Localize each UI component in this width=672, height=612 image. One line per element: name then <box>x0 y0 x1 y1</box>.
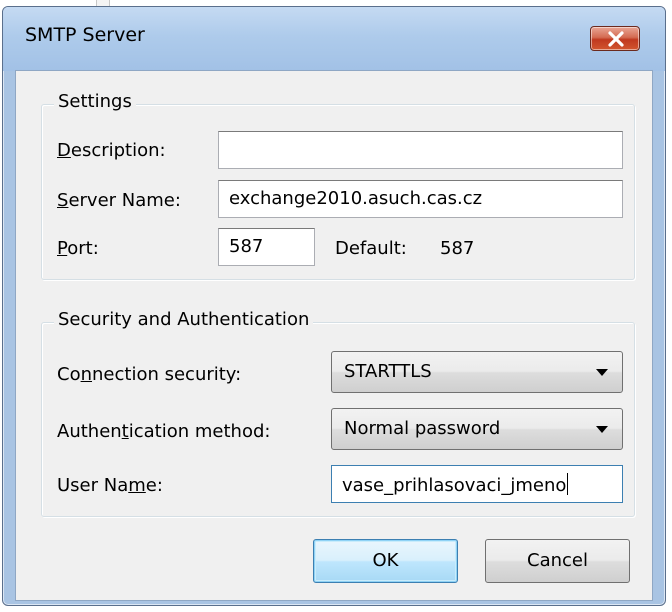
connection-security-label-pre: Co <box>57 364 81 385</box>
ok-button-label: OK <box>372 550 399 571</box>
security-legend: Security and Authentication <box>54 309 314 330</box>
port-default-label: Default: <box>335 238 407 259</box>
auth-method-label-text: ication method: <box>128 421 271 442</box>
username-label-text: e: <box>145 475 163 496</box>
connection-security-value: STARTTLS <box>344 361 432 382</box>
auth-method-select[interactable]: Normal password <box>331 408 623 450</box>
window-title: SMTP Server <box>25 24 145 46</box>
username-label-accesskey: m <box>128 475 146 496</box>
username-label-pre: User Na <box>57 475 129 496</box>
description-label-accesskey: D <box>57 140 71 161</box>
connection-security-label: Connection security: <box>57 364 241 385</box>
username-value: vase_prihlasovaci_jmeno <box>342 475 567 496</box>
chevron-down-icon <box>596 369 608 376</box>
port-input[interactable]: 587 <box>218 228 315 266</box>
dialog-client-area: Settings Description: Server Name: excha… <box>15 70 653 601</box>
title-bar[interactable]: SMTP Server <box>3 7 665 71</box>
chevron-down-icon <box>596 426 608 433</box>
auth-method-label-pre: Authen <box>57 421 122 442</box>
close-icon <box>608 31 624 47</box>
description-label-text: escription: <box>70 140 166 161</box>
description-input[interactable] <box>218 131 623 169</box>
text-caret <box>567 473 569 495</box>
username-label: User Name: <box>57 475 163 496</box>
auth-method-label-accesskey: t <box>121 421 129 442</box>
server-name-label-text: erver Name: <box>68 190 181 211</box>
description-label: Description: <box>57 140 166 161</box>
auth-method-label: Authentication method: <box>57 421 270 442</box>
connection-security-select[interactable]: STARTTLS <box>331 351 623 393</box>
cancel-button-label: Cancel <box>527 550 588 571</box>
port-default-value: 587 <box>440 238 475 259</box>
port-label: Port: <box>57 238 99 259</box>
auth-method-value: Normal password <box>344 418 501 439</box>
server-name-label: Server Name: <box>57 190 181 211</box>
port-label-accesskey: P <box>57 238 68 259</box>
server-name-label-accesskey: S <box>57 190 69 211</box>
close-button[interactable] <box>590 26 640 51</box>
smtp-server-dialog: SMTP Server Settings Description: Server… <box>2 6 666 606</box>
settings-legend: Settings <box>54 91 136 112</box>
server-name-input[interactable]: exchange2010.asuch.cas.cz <box>218 180 623 218</box>
ok-button[interactable]: OK <box>313 539 458 583</box>
connection-security-label-text: nection security: <box>92 364 242 385</box>
cancel-button[interactable]: Cancel <box>485 539 630 583</box>
username-input[interactable]: vase_prihlasovaci_jmeno <box>331 465 623 503</box>
port-label-text: ort: <box>67 238 99 259</box>
connection-security-label-accesskey: n <box>80 364 93 385</box>
